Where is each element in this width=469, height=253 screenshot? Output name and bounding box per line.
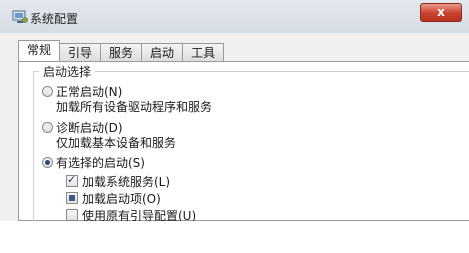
window-title: 系统配置 xyxy=(30,12,79,26)
startup-selection-group: 启动选择 正常启动(N) 加载所有设备驱动程序和服务 诊断启动(D) 仅加载基本… xyxy=(33,63,469,223)
title-bar[interactable]: 系统配置 x xyxy=(0,0,469,34)
selective-startup-radio[interactable] xyxy=(42,157,53,168)
group-label: 启动选择 xyxy=(39,63,96,80)
diagnostic-startup-description: 仅加载基本设备和服务 xyxy=(56,136,177,150)
load-startup-items-checkbox[interactable] xyxy=(66,192,78,204)
tab-general[interactable]: 常规 xyxy=(18,40,61,61)
tab-boot[interactable]: 引导 xyxy=(59,43,102,62)
selective-startup-label[interactable]: 有选择的启动(S) xyxy=(56,154,145,171)
general-tab-panel: 启动选择 正常启动(N) 加载所有设备驱动程序和服务 诊断启动(D) 仅加载基本… xyxy=(18,61,469,223)
tab-strip: 常规 引导 服务 启动 工具 xyxy=(18,40,225,62)
tab-tools[interactable]: 工具 xyxy=(182,43,225,62)
diagnostic-startup-radio[interactable] xyxy=(42,122,53,133)
use-original-boot-config-checkbox[interactable] xyxy=(66,209,78,221)
system-configuration-window: 系统配置 x 常规 引导 服务 启动 工具 启动选择 正常启动(N) 加载所有设… xyxy=(0,0,469,253)
load-system-services-checkbox[interactable] xyxy=(66,173,78,187)
normal-startup-description: 加载所有设备驱动程序和服务 xyxy=(56,100,213,114)
load-system-services-label[interactable]: 加载系统服务(L) xyxy=(82,173,170,190)
tab-services[interactable]: 服务 xyxy=(100,43,143,62)
system-configuration-icon xyxy=(12,10,28,23)
bottom-area xyxy=(0,221,469,253)
close-icon: x xyxy=(437,5,445,19)
normal-startup-radio[interactable] xyxy=(42,86,53,97)
dialog-body: 常规 引导 服务 启动 工具 启动选择 正常启动(N) 加载所有设备驱动程序和服… xyxy=(0,33,469,253)
load-startup-items-label[interactable]: 加载启动项(O) xyxy=(82,190,161,207)
tab-startup[interactable]: 启动 xyxy=(141,43,184,62)
close-button[interactable]: x xyxy=(420,3,462,22)
